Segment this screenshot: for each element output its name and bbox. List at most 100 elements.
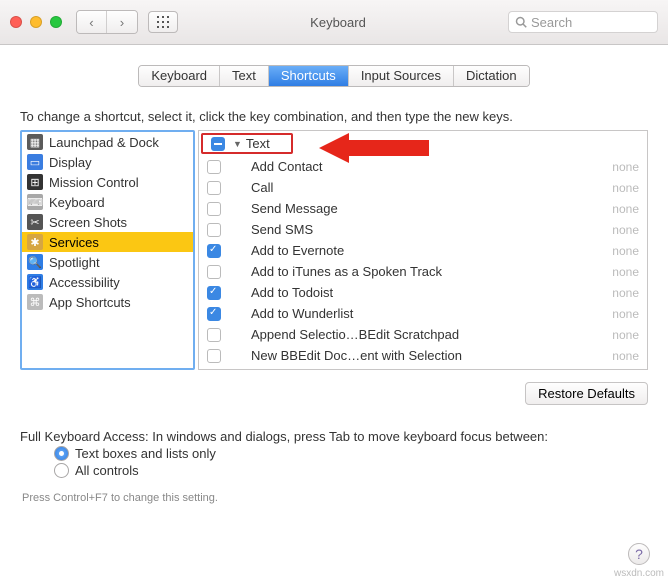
back-button[interactable]: ‹ <box>77 11 107 33</box>
group-label: Text <box>246 136 283 151</box>
category-icon: ⌨ <box>27 194 43 210</box>
fka-opt2-label: All controls <box>75 463 139 478</box>
service-checkbox[interactable] <box>207 181 221 195</box>
service-label: Add to Wunderlist <box>251 306 604 321</box>
group-header-text[interactable]: ▼ Text <box>201 133 293 154</box>
service-checkbox[interactable] <box>207 349 221 363</box>
category-item[interactable]: ⌨Keyboard <box>22 192 193 212</box>
category-item[interactable]: ✂Screen Shots <box>22 212 193 232</box>
search-input[interactable]: Search <box>508 11 658 33</box>
group-checkbox-icon[interactable] <box>211 137 225 151</box>
forward-button[interactable]: › <box>107 11 137 33</box>
zoom-window-icon[interactable] <box>50 16 62 28</box>
service-checkbox[interactable] <box>207 202 221 216</box>
fka-option-allcontrols[interactable]: All controls <box>54 463 648 478</box>
service-label: Append Selectio…BEdit Scratchpad <box>251 327 604 342</box>
service-row[interactable]: Send Message none <box>199 198 647 219</box>
services-list[interactable]: ▼ Text Add ContactnoneCallnoneSend Messa… <box>198 130 648 370</box>
category-item[interactable]: ▦ Launchpad & Dock <box>22 132 193 152</box>
instruction-text: To change a shortcut, select it, click t… <box>20 109 648 124</box>
radio-on-icon[interactable] <box>54 446 69 461</box>
tab-dictation[interactable]: Dictation <box>454 66 529 86</box>
service-shortcut[interactable]: none <box>612 328 639 342</box>
traffic-lights <box>10 16 62 28</box>
service-row[interactable]: Send SMS none <box>199 219 647 240</box>
category-icon: ✂ <box>27 214 43 230</box>
service-shortcut[interactable]: none <box>612 265 639 279</box>
service-shortcut[interactable]: none <box>612 349 639 363</box>
category-item[interactable]: 🔍Spotlight <box>22 252 193 272</box>
category-icon: ♿ <box>27 274 43 290</box>
nav-segment: ‹ › <box>76 10 138 34</box>
category-list[interactable]: ▦ Launchpad & Dock ▭ Display ⊞ Mission Contro… <box>20 130 195 370</box>
restore-defaults-button[interactable]: Restore Defaults <box>525 382 648 405</box>
category-item[interactable]: ✱ Services <box>22 232 193 252</box>
service-row[interactable]: Add to Wunderlist none <box>199 303 647 324</box>
service-shortcut[interactable]: none <box>612 181 639 195</box>
fka-hint: Press Control+F7 to change this setting. <box>22 492 648 504</box>
restore-defaults-row: Restore Defaults <box>20 382 648 405</box>
minimize-window-icon[interactable] <box>30 16 42 28</box>
tab-text[interactable]: Text <box>220 66 269 86</box>
category-icon: 🔍 <box>27 254 43 270</box>
help-button[interactable]: ? <box>628 543 650 565</box>
category-icon: ▭ <box>27 154 43 170</box>
service-label: Add to Evernote <box>251 243 604 258</box>
service-shortcut[interactable]: none <box>612 244 639 258</box>
grid-icon <box>157 16 169 28</box>
service-checkbox[interactable] <box>207 223 221 237</box>
service-checkbox[interactable] <box>207 307 221 321</box>
fka-option-textboxes[interactable]: Text boxes and lists only <box>54 446 648 461</box>
category-item[interactable]: ▭ Display <box>22 152 193 172</box>
service-label: Send Message <box>251 201 604 216</box>
disclosure-triangle-icon[interactable]: ▼ <box>233 139 242 149</box>
title-bar: ‹ › Keyboard Search <box>0 0 668 45</box>
search-placeholder: Search <box>531 15 572 30</box>
service-shortcut[interactable]: none <box>612 286 639 300</box>
service-shortcut[interactable]: none <box>612 202 639 216</box>
category-label: Mission Control <box>49 175 139 190</box>
service-row[interactable]: Add to Todoist none <box>199 282 647 303</box>
service-label: Send SMS <box>251 222 604 237</box>
tab-keyboard[interactable]: Keyboard <box>139 66 220 86</box>
service-checkbox[interactable] <box>207 328 221 342</box>
category-icon: ⊞ <box>27 174 43 190</box>
service-row[interactable]: Call none <box>199 177 647 198</box>
service-shortcut[interactable]: none <box>612 307 639 321</box>
category-label: Services <box>49 235 99 250</box>
category-icon: ⌘ <box>27 294 43 310</box>
category-item[interactable]: ♿ Accessibility <box>22 272 193 292</box>
category-icon: ✱ <box>27 234 43 250</box>
tab-input-sources[interactable]: Input Sources <box>349 66 454 86</box>
tab-shortcuts[interactable]: Shortcuts <box>269 66 349 86</box>
window-title: Keyboard <box>178 15 498 30</box>
service-shortcut[interactable]: none <box>612 223 639 237</box>
search-icon <box>515 16 527 28</box>
service-checkbox[interactable] <box>207 265 221 279</box>
service-row[interactable]: Add to iTunes as a Spoken Track none <box>199 261 647 282</box>
category-item[interactable]: ⊞ Mission Control <box>22 172 193 192</box>
category-label: Accessibility <box>49 275 120 290</box>
close-window-icon[interactable] <box>10 16 22 28</box>
radio-off-icon[interactable] <box>54 463 69 478</box>
service-shortcut[interactable]: none <box>612 160 639 174</box>
category-label: App Shortcuts <box>49 295 131 310</box>
service-checkbox[interactable] <box>207 286 221 300</box>
service-row[interactable]: Append Selectio…BEdit Scratchpad none <box>199 324 647 345</box>
service-label: Add to Todoist <box>251 285 604 300</box>
service-label: New BBEdit Doc…ent with Selection <box>251 348 604 363</box>
service-row[interactable]: New BBEdit Doc…ent with Selection none <box>199 345 647 366</box>
watermark: wsxdn.com <box>614 568 664 579</box>
service-label: Call <box>251 180 604 195</box>
service-checkbox[interactable] <box>207 160 221 174</box>
category-label: Launchpad & Dock <box>49 135 159 150</box>
service-label: Add to iTunes as a Spoken Track <box>251 264 604 279</box>
annotation-arrow-icon <box>319 133 429 163</box>
category-icon: ▦ <box>27 134 43 150</box>
fka-description: Full Keyboard Access: In windows and dia… <box>20 429 648 444</box>
service-checkbox[interactable] <box>207 244 221 258</box>
category-item[interactable]: ⌘ App Shortcuts <box>22 292 193 312</box>
show-all-button[interactable] <box>148 11 178 33</box>
service-row[interactable]: Add to Evernote none <box>199 240 647 261</box>
category-label: Display <box>49 155 92 170</box>
